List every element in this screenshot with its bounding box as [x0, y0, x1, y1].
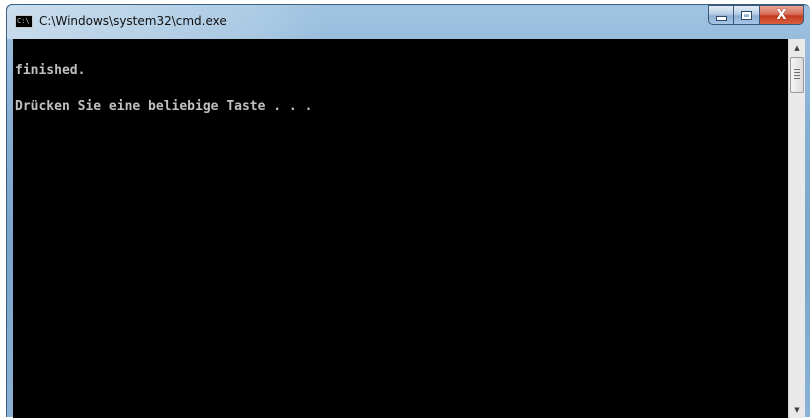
- vertical-scrollbar[interactable]: ▲ ▼: [788, 39, 805, 418]
- maximize-icon: [741, 10, 752, 20]
- console-line: finished.: [15, 63, 86, 78]
- cmd-window: C:\ C:\Windows\system32\cmd.exe X finish…: [6, 4, 810, 418]
- title-bar[interactable]: C:\ C:\Windows\system32\cmd.exe X: [7, 5, 810, 39]
- maximize-button[interactable]: [734, 5, 760, 25]
- arrow-up-icon: ▲: [794, 43, 800, 52]
- grip-icon: [794, 69, 800, 79]
- scrollbar-thumb[interactable]: [790, 57, 804, 93]
- arrow-down-icon: ▼: [794, 405, 800, 414]
- console-area[interactable]: finished. Drücken Sie eine beliebige Tas…: [13, 39, 805, 418]
- close-icon: X: [776, 7, 787, 23]
- console-output: finished. Drücken Sie eine beliebige Tas…: [15, 41, 785, 416]
- console-line: Drücken Sie eine beliebige Taste . . .: [15, 99, 313, 114]
- minimize-icon: [715, 16, 727, 21]
- console-app-icon[interactable]: C:\: [15, 15, 33, 28]
- window-title: C:\Windows\system32\cmd.exe: [39, 14, 227, 28]
- window-controls: X: [708, 5, 804, 27]
- scroll-down-button[interactable]: ▼: [789, 401, 805, 418]
- scroll-up-button[interactable]: ▲: [789, 39, 805, 56]
- close-button[interactable]: X: [760, 5, 804, 25]
- minimize-button[interactable]: [708, 5, 734, 25]
